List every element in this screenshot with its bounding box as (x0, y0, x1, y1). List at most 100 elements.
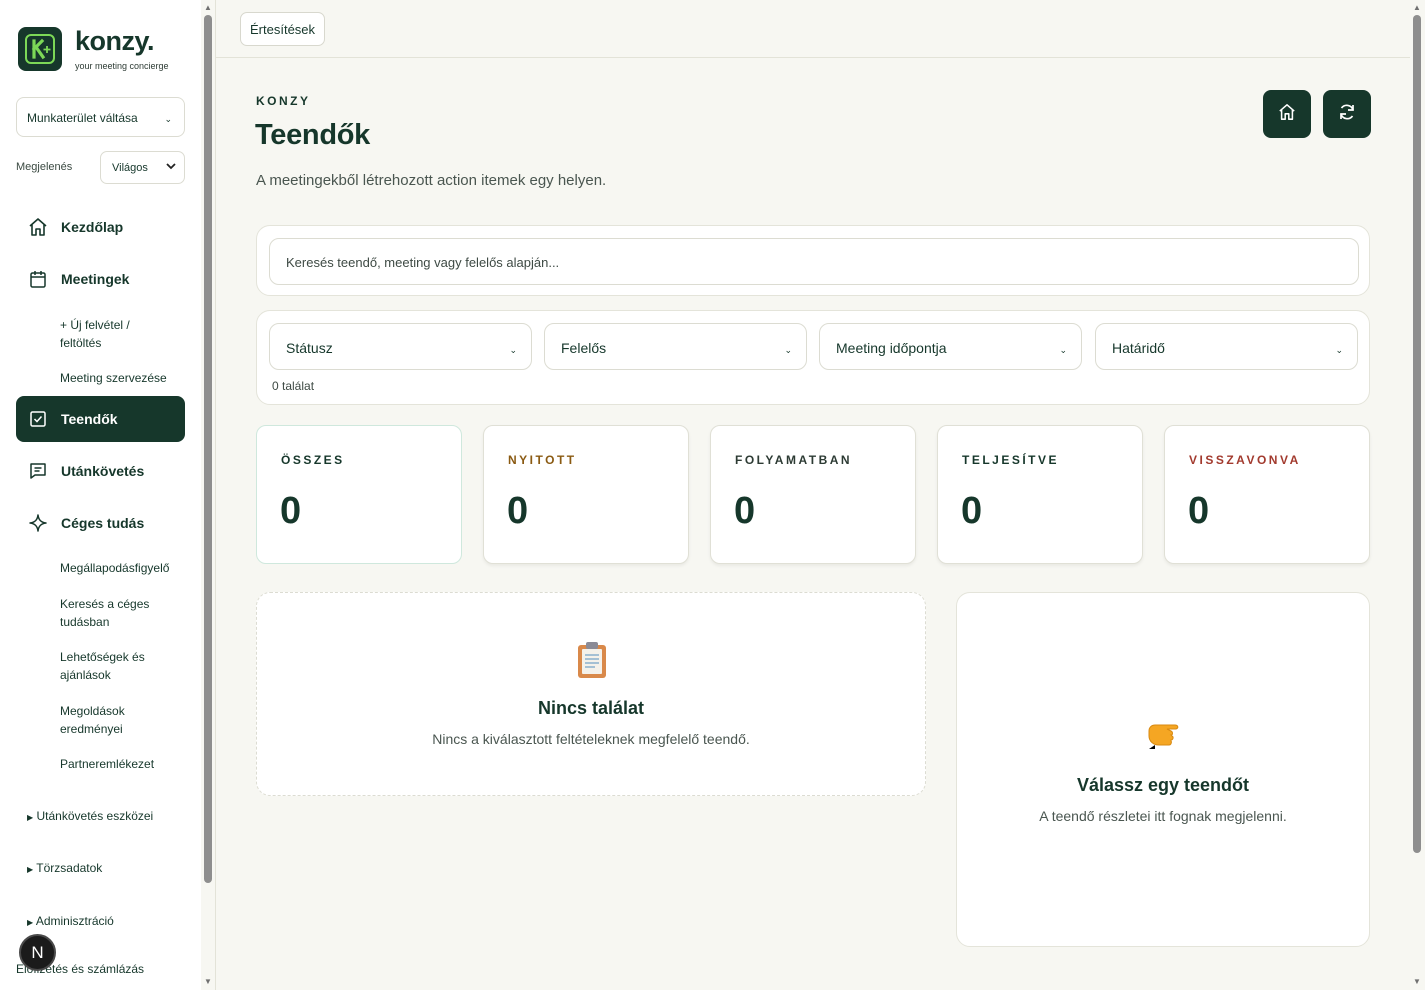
stat-label: ÖSSZES (281, 453, 345, 467)
group-label: Utánkövetés eszközei (36, 809, 154, 823)
workspace-select[interactable]: Munkaterület váltása ⌄ (16, 97, 185, 137)
nav-item-label: Céges tudás (61, 515, 145, 531)
sidebar-group-master-data[interactable]: ▶ Törzsadatok (27, 861, 102, 875)
empty-description: Nincs a kiválasztott feltételeknek megfe… (432, 731, 750, 747)
sidebar-item-organize[interactable]: Meeting szervezése (60, 369, 190, 387)
divider (215, 0, 216, 990)
detail-title: Válassz egy teendőt (1076, 775, 1250, 795)
scroll-down-icon[interactable]: ▼ (204, 977, 212, 986)
appearance-label: Megjelenés (16, 161, 73, 173)
stat-card-done[interactable]: TELJESÍTVE 0 (937, 425, 1143, 564)
calendar-icon (27, 268, 49, 290)
scrollbar-thumb[interactable] (1413, 15, 1421, 853)
meeting-date-filter[interactable]: Meeting időpontja ⌄ (819, 323, 1082, 370)
chevron-down-icon: ⌄ (1059, 345, 1067, 355)
stat-card-cancelled[interactable]: VISSZAVONVA 0 (1164, 425, 1370, 564)
filter-label: Felelős (561, 340, 607, 356)
owner-filter[interactable]: Felelős ⌄ (544, 323, 807, 370)
scrollbar-thumb[interactable] (204, 15, 212, 883)
stat-label: VISSZAVONVA (1189, 453, 1301, 467)
home-icon (1278, 103, 1296, 126)
nav-item-label: Teendők (61, 411, 118, 427)
sidebar-group-admin[interactable]: ▶ Adminisztráció (27, 914, 114, 928)
sidebar-item-solutions[interactable]: Megoldások eredményei (60, 702, 150, 738)
nav-item-label: Utánkövetés (61, 463, 145, 479)
chevron-down-icon: ⌄ (509, 345, 517, 355)
stat-label: NYITOTT (508, 453, 577, 467)
logo-tagline: your meeting concierge (75, 61, 169, 71)
logo[interactable]: konzy. your meeting concierge (18, 27, 169, 71)
stat-value: 0 (507, 490, 529, 532)
clipboard-icon (575, 641, 609, 684)
group-label: Adminisztráció (35, 914, 114, 928)
topbar: Értesítések (216, 0, 1410, 58)
filter-label: Státusz (286, 340, 333, 356)
home-button[interactable] (1263, 90, 1311, 138)
search-card: Keresés teendő, meeting vagy felelős ala… (256, 225, 1370, 296)
scroll-up-icon[interactable]: ▲ (204, 3, 212, 12)
sidebar-item-search-knowledge[interactable]: Keresés a céges tudásban (60, 595, 160, 631)
dev-badge[interactable]: N (19, 934, 56, 971)
chevron-down-icon: ⌄ (164, 114, 172, 124)
stat-value: 0 (961, 490, 983, 532)
chevron-down-icon: ⌄ (1335, 345, 1343, 355)
stat-label: FOLYAMATBAN (735, 453, 853, 467)
sidebar-item-partner-memory[interactable]: Partneremlékezet (60, 755, 190, 773)
stat-label: TELJESÍTVE (962, 453, 1060, 467)
stat-card-in-progress[interactable]: FOLYAMATBAN 0 (710, 425, 916, 564)
pointing-hand-icon (1145, 717, 1185, 756)
caret-right-icon: ▶ (27, 918, 34, 927)
page-eyebrow: KONZY (256, 94, 311, 108)
todo-detail-panel: Válassz egy teendőt A teendő részletei i… (956, 592, 1370, 947)
detail-description: A teendő részletei itt fognak megjelenni… (1039, 808, 1287, 824)
caret-right-icon: ▶ (27, 813, 34, 822)
logo-name: konzy. (75, 26, 155, 56)
notifications-button[interactable]: Értesítések (240, 12, 326, 46)
sidebar-item-opportunities[interactable]: Lehetőségek és ajánlások (60, 648, 160, 684)
search-input[interactable]: Keresés teendő, meeting vagy felelős ala… (269, 238, 1359, 285)
todo-list-empty: Nincs találat Nincs a kiválasztott felté… (256, 592, 926, 796)
status-filter[interactable]: Státusz ⌄ (269, 323, 532, 370)
filter-card: Státusz ⌄ Felelős ⌄ Meeting időpontja ⌄ … (256, 310, 1370, 405)
result-count: 0 találat (272, 379, 315, 393)
page-title: Teendők (255, 119, 370, 151)
stat-value: 0 (280, 490, 302, 532)
filter-label: Határidő (1112, 340, 1165, 356)
sparkle-icon (27, 512, 49, 534)
home-icon (27, 216, 49, 238)
stat-card-open[interactable]: NYITOTT 0 (483, 425, 689, 564)
page-subtitle: A meetingekből létrehozott action itemek… (256, 172, 607, 189)
nav-item-knowledge[interactable]: Céges tudás (16, 500, 185, 546)
nav-item-home[interactable]: Kezdőlap (16, 204, 185, 250)
chat-icon (27, 460, 49, 482)
deadline-filter[interactable]: Határidő ⌄ (1095, 323, 1358, 370)
chevron-down-icon (165, 160, 177, 175)
stat-card-all[interactable]: ÖSSZES 0 (256, 425, 462, 564)
nav-item-label: Meetingek (61, 271, 130, 287)
appearance-select[interactable]: Világos (100, 151, 185, 184)
filter-label: Meeting időpontja (836, 340, 947, 356)
refresh-icon (1337, 102, 1357, 127)
stat-value: 0 (1188, 490, 1210, 532)
sidebar-item-new-recording[interactable]: + Új felvétel / feltöltés (60, 316, 160, 352)
nav-item-todos[interactable]: Teendők (16, 396, 185, 442)
group-label: Törzsadatok (36, 861, 103, 875)
caret-right-icon: ▶ (27, 865, 34, 874)
checkbox-icon (27, 408, 49, 430)
empty-title: Nincs találat (537, 698, 645, 718)
sidebar-scrollbar[interactable]: ▲ ▼ (201, 0, 215, 990)
sidebar-group-followup-tools[interactable]: ▶ Utánkövetés eszközei (27, 809, 153, 823)
logo-mark-icon (18, 27, 62, 71)
main-scrollbar[interactable]: ▲ ▼ (1410, 0, 1424, 990)
chevron-down-icon: ⌄ (784, 345, 792, 355)
scroll-down-icon[interactable]: ▼ (1413, 977, 1421, 986)
sidebar: konzy. your meeting concierge Munkaterül… (0, 0, 201, 990)
nav-item-followup[interactable]: Utánkövetés (16, 448, 185, 494)
scroll-up-icon[interactable]: ▲ (1413, 3, 1421, 12)
nav-item-meetings[interactable]: Meetingek (16, 256, 185, 302)
stat-value: 0 (734, 490, 756, 532)
workspace-select-label: Munkaterület váltása (27, 111, 138, 125)
nav-item-label: Kezdőlap (61, 219, 124, 235)
refresh-button[interactable] (1323, 90, 1371, 138)
sidebar-item-agreement[interactable]: Megállapodásfigyelő (60, 559, 190, 577)
